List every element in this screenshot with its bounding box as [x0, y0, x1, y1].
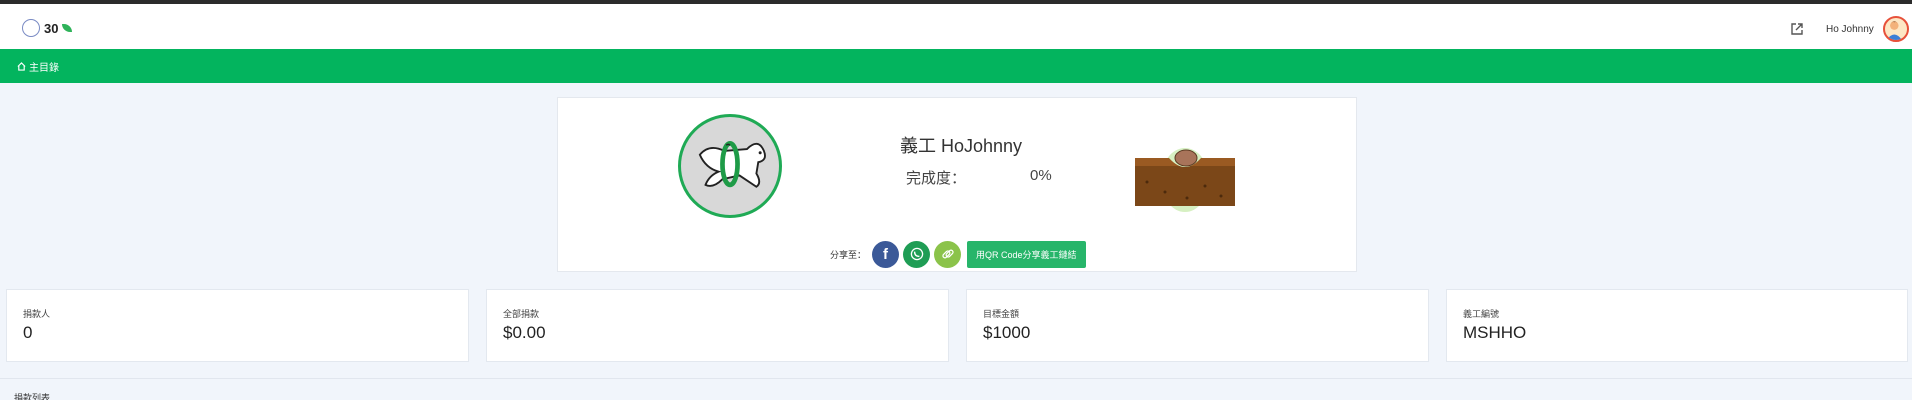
logo[interactable]: 30: [22, 16, 73, 40]
qr-share-button[interactable]: 用QR Code分享義工鏈結: [967, 240, 1086, 268]
stat-card-donors: 捐款人 0: [6, 289, 469, 362]
logo-text: 30: [44, 20, 59, 36]
seed-soil-image: [1135, 142, 1235, 214]
stat-card-target-amount: 目標金額 $1000: [966, 289, 1429, 362]
stat-value: MSHHO: [1463, 323, 1527, 342]
profile-card: 義工 HoJohnny 完成度： 0% 分享至： f 用QR Code分享義工鏈…: [557, 97, 1357, 272]
user-avatar[interactable]: [1883, 16, 1909, 42]
share-label: 分享至：: [830, 249, 867, 260]
stat-value: 0: [23, 323, 33, 342]
completion-label: 完成度：: [906, 170, 967, 187]
section-divider: [0, 378, 1912, 379]
username[interactable]: Ho Johnny: [1826, 24, 1874, 35]
stat-value: $0.00: [503, 323, 546, 342]
stat-value: $1000: [983, 323, 1031, 342]
stat-card-volunteer-id: 義工編號 MSHHO: [1446, 289, 1908, 362]
stat-label: 全部捐款: [503, 309, 540, 319]
volunteer-name: 義工 HoJohnny: [900, 136, 1023, 156]
facebook-icon[interactable]: f: [872, 240, 900, 268]
completion-value: 0%: [1030, 167, 1052, 184]
share-row: 分享至： f 用QR Code分享義工鏈結: [830, 239, 1086, 269]
link-icon[interactable]: [934, 240, 962, 268]
nav-bar: 主目錄: [0, 49, 1912, 83]
donor-list-title: 捐款列表: [14, 393, 51, 400]
external-link-icon[interactable]: [1790, 22, 1804, 36]
stat-label: 捐款人: [23, 309, 51, 319]
header: 30 Ho Johnny: [0, 4, 1912, 49]
whatsapp-icon[interactable]: [903, 240, 931, 268]
logo-seal-icon: [22, 19, 40, 37]
stat-card-total-donations: 全部捐款 $0.00: [486, 289, 949, 362]
stat-label: 目標金額: [983, 309, 1020, 319]
home-icon[interactable]: [17, 61, 26, 71]
stat-label: 義工編號: [1463, 309, 1500, 319]
completion-row: 完成度： 0%: [906, 167, 1066, 188]
logo-leaf-icon: [62, 24, 73, 32]
nav-home-link[interactable]: 主目錄: [29, 59, 59, 74]
profile-dog-image: [678, 114, 782, 218]
